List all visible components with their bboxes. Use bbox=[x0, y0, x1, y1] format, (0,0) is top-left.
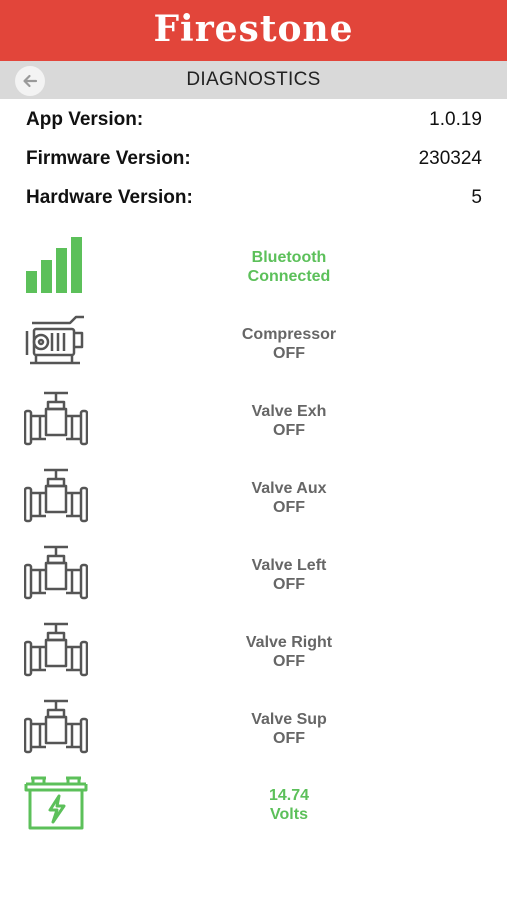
valve-sup-state: OFF bbox=[273, 730, 305, 747]
hardware-version-value: 5 bbox=[471, 187, 482, 208]
compressor-state: OFF bbox=[273, 345, 305, 362]
hardware-version-label: Hardware Version: bbox=[26, 187, 193, 208]
battery-unit: Volts bbox=[270, 806, 308, 823]
back-arrow-icon bbox=[23, 74, 38, 88]
valve-sup-label: Valve Sup bbox=[251, 711, 327, 728]
diag-row-valve-exh: Valve Exh OFF bbox=[0, 388, 507, 458]
valve-aux-status: Valve Aux OFF bbox=[190, 479, 388, 517]
valve-right-status: Valve Right OFF bbox=[190, 633, 388, 671]
valve-aux-state: OFF bbox=[273, 499, 305, 516]
firmware-version-value: 230324 bbox=[418, 148, 482, 169]
hardware-version-row: Hardware Version: 5 bbox=[26, 185, 482, 211]
diag-row-valve-left: Valve Left OFF bbox=[0, 542, 507, 612]
diag-row-valve-aux: Valve Aux OFF bbox=[0, 465, 507, 535]
compressor-status: Compressor OFF bbox=[190, 325, 388, 363]
valve-sup-status: Valve Sup OFF bbox=[190, 710, 388, 748]
valve-exh-label: Valve Exh bbox=[251, 403, 327, 420]
compressor-icon bbox=[25, 315, 84, 365]
battery-status: 14.74 Volts bbox=[190, 786, 388, 824]
back-button[interactable] bbox=[15, 66, 45, 96]
bluetooth-label: Bluetooth bbox=[251, 249, 327, 266]
app-version-row: App Version: 1.0.19 bbox=[26, 107, 482, 133]
valve-right-state: OFF bbox=[273, 653, 305, 670]
app-version-label: App Version: bbox=[26, 109, 144, 130]
firmware-version-row: Firmware Version: 230324 bbox=[26, 146, 482, 172]
diag-row-bluetooth: Bluetooth Connected bbox=[0, 234, 507, 304]
valve-left-label: Valve Left bbox=[251, 557, 327, 574]
firestone-logo: Firestone bbox=[153, 7, 354, 50]
diag-row-valve-right: Valve Right OFF bbox=[0, 619, 507, 689]
battery-voltage: 14.74 bbox=[268, 787, 310, 804]
firmware-version-label: Firmware Version: bbox=[26, 148, 191, 169]
diag-row-valve-sup: Valve Sup OFF bbox=[0, 696, 507, 766]
valve-exh-state: OFF bbox=[273, 422, 305, 439]
diag-row-battery: 14.74 Volts bbox=[0, 772, 507, 842]
valve-icon bbox=[24, 622, 88, 677]
brand-header: Firestone bbox=[0, 0, 507, 61]
valve-right-label: Valve Right bbox=[245, 634, 333, 651]
valve-exh-status: Valve Exh OFF bbox=[190, 402, 388, 440]
nav-bar: DIAGNOSTICS bbox=[0, 61, 507, 99]
valve-icon bbox=[24, 545, 88, 600]
compressor-label: Compressor bbox=[241, 326, 337, 343]
bluetooth-state: Connected bbox=[247, 268, 331, 285]
valve-icon bbox=[24, 468, 88, 523]
battery-icon bbox=[24, 776, 88, 830]
valve-icon bbox=[24, 699, 88, 754]
bluetooth-signal-icon bbox=[26, 237, 82, 293]
app-version-value: 1.0.19 bbox=[429, 109, 482, 130]
diag-row-compressor: Compressor OFF bbox=[0, 311, 507, 381]
valve-left-state: OFF bbox=[273, 576, 305, 593]
page-title: DIAGNOSTICS bbox=[186, 69, 321, 90]
valve-aux-label: Valve Aux bbox=[251, 480, 327, 497]
bluetooth-status: Bluetooth Connected bbox=[190, 248, 388, 286]
valve-left-status: Valve Left OFF bbox=[190, 556, 388, 594]
valve-icon bbox=[24, 391, 88, 446]
